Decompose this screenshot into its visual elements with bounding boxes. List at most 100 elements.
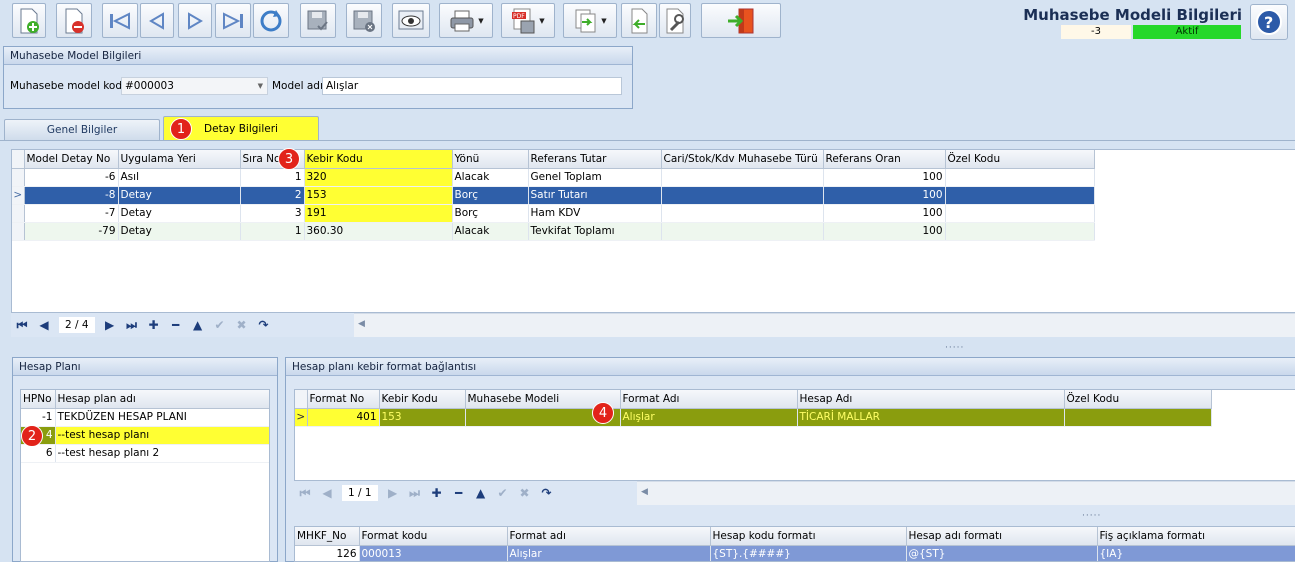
cell-ref[interactable]: Genel Toplam <box>528 168 662 187</box>
delete-icon[interactable]: ━ <box>448 486 470 500</box>
cell-no[interactable]: -79 <box>24 222 119 241</box>
tools-button[interactable] <box>659 3 691 38</box>
previous-icon[interactable]: ◀ <box>33 318 55 332</box>
first-icon[interactable]: ⏮ <box>11 318 33 333</box>
cell-format-no[interactable]: 401 <box>307 408 380 427</box>
cell-no[interactable]: -1 <box>21 408 56 427</box>
col-yonu[interactable]: Yönü <box>452 150 529 169</box>
col-format-no[interactable]: Format No <box>307 390 380 409</box>
cell-yer[interactable]: Asıl <box>118 168 241 187</box>
exit-button[interactable] <box>701 3 781 38</box>
cell-format-adi[interactable]: Alışlar <box>507 545 711 561</box>
table-row[interactable]: -79 Detay 1 360.30 Alacak Tevkifat Topla… <box>12 222 1095 241</box>
cell-yon[interactable]: Alacak <box>452 168 529 187</box>
cell-kebir[interactable]: 153 <box>304 186 453 205</box>
post-icon[interactable]: ✔ <box>209 318 231 332</box>
cell-ozel[interactable] <box>1064 408 1212 427</box>
cell-ref[interactable]: Ham KDV <box>528 204 662 223</box>
cell-kebir[interactable]: 360.30 <box>304 222 453 241</box>
cell-kebir[interactable]: 191 <box>304 204 453 223</box>
cell-format-kodu[interactable]: 000013 <box>359 545 508 561</box>
table-row[interactable]: -7 Detay 3 191 Borç Ham KDV 100 <box>12 204 1095 223</box>
new-record-button[interactable] <box>12 3 46 38</box>
detail-grid[interactable]: Model Detay No Uygulama Yeri Sıra No Keb… <box>11 149 1295 313</box>
append-icon[interactable]: ✚ <box>143 318 165 332</box>
cell-oran[interactable]: 100 <box>823 204 946 223</box>
splitter-grip[interactable]: ····· <box>1082 511 1101 521</box>
cell-tur[interactable] <box>661 204 824 223</box>
format-detail-grid[interactable]: MHKF_No Format kodu Format adı Hesap kod… <box>294 526 1295 562</box>
table-row[interactable]: -6 Asıl 1 320 Alacak Genel Toplam 100 <box>12 168 1095 187</box>
cell-ozel[interactable] <box>945 186 1095 205</box>
first-icon[interactable]: ⏮ <box>294 486 316 501</box>
cancel-icon[interactable]: ✖ <box>231 318 253 332</box>
cell-tur[interactable] <box>661 168 824 187</box>
cell-ref[interactable]: Satır Tutarı <box>528 186 662 205</box>
col-model-detay-no[interactable]: Model Detay No <box>24 150 119 169</box>
cell-hesap-adi-formati[interactable]: @{ST} <box>906 545 1098 561</box>
print-button[interactable]: ▼ <box>439 3 493 38</box>
cell-ref[interactable]: Tevkifat Toplamı <box>528 222 662 241</box>
table-row-selected[interactable]: 4 --test hesap planı <box>21 426 269 445</box>
last-icon[interactable]: ⏭ <box>404 486 426 501</box>
cell-yon[interactable]: Borç <box>452 204 529 223</box>
cell-no[interactable]: 126 <box>295 545 360 561</box>
edit-icon[interactable]: ▲ <box>470 486 492 500</box>
cell-yer[interactable]: Detay <box>118 186 241 205</box>
cell-hesap-adi[interactable]: TİCARİ MALLAR <box>797 408 1065 427</box>
col-format-kodu[interactable]: Format kodu <box>359 527 508 546</box>
format-baglanti-grid[interactable]: Format No Kebir Kodu Muhasebe Modeli For… <box>294 389 1295 481</box>
col-hpno[interactable]: HPNo <box>21 390 56 409</box>
model-code-combo[interactable]: #000003 ▼ <box>121 77 268 95</box>
model-name-input[interactable]: Alışlar <box>322 77 622 95</box>
cell-tur[interactable] <box>661 222 824 241</box>
refresh-icon[interactable]: ↷ <box>536 486 558 500</box>
next-icon[interactable]: ▶ <box>382 486 404 500</box>
col-uygulama-yeri[interactable]: Uygulama Yeri <box>118 150 241 169</box>
last-icon[interactable]: ⏭ <box>121 318 143 333</box>
scroll-left-icon[interactable]: ◀ <box>641 487 648 497</box>
cell-yer[interactable]: Detay <box>118 204 241 223</box>
col-muhasebe-turu[interactable]: Cari/Stok/Kdv Muhasebe Türü <box>661 150 824 169</box>
format-hscrollbar[interactable]: ◀ <box>637 481 1295 505</box>
table-row-selected[interactable]: > 401 153 Alışlar TİCARİ MALLAR <box>295 408 1212 427</box>
cell-name[interactable]: --test hesap planı 2 <box>55 444 269 463</box>
col-mhkf-no[interactable]: MHKF_No <box>295 527 360 546</box>
cancel-icon[interactable]: ✖ <box>514 486 536 500</box>
cell-kebir[interactable]: 153 <box>379 408 466 427</box>
export-button[interactable]: ▼ <box>563 3 617 38</box>
pdf-export-button[interactable]: PDF ▼ <box>501 3 555 38</box>
cell-fis-aciklama-formati[interactable]: {IA} <box>1097 545 1295 561</box>
edit-icon[interactable]: ▲ <box>187 318 209 332</box>
scroll-left-icon[interactable]: ◀ <box>358 319 365 329</box>
cell-oran[interactable]: 100 <box>823 222 946 241</box>
col-referans-oran[interactable]: Referans Oran <box>823 150 946 169</box>
refresh-button[interactable] <box>253 3 289 38</box>
last-record-button[interactable] <box>215 3 251 38</box>
col-hesap-adi[interactable]: Hesap Adı <box>797 390 1065 409</box>
help-button[interactable]: ? <box>1250 4 1288 40</box>
first-record-button[interactable] <box>102 3 138 38</box>
save-button[interactable] <box>300 3 336 38</box>
cell-sira[interactable]: 3 <box>240 204 305 223</box>
cell-yon[interactable]: Alacak <box>452 222 529 241</box>
col-fis-aciklama-formati[interactable]: Fiş açıklama formatı <box>1097 527 1295 546</box>
col-kebir-kodu[interactable]: Kebir Kodu <box>379 390 466 409</box>
detail-hscrollbar[interactable]: ◀ <box>354 313 1295 337</box>
col-referans-tutar[interactable]: Referans Tutar <box>528 150 662 169</box>
cell-ozel[interactable] <box>945 168 1095 187</box>
previous-record-button[interactable] <box>140 3 174 38</box>
splitter-grip[interactable]: ····· <box>945 343 964 353</box>
cancel-save-button[interactable] <box>346 3 382 38</box>
next-record-button[interactable] <box>178 3 212 38</box>
refresh-icon[interactable]: ↷ <box>253 318 275 332</box>
cell-kebir[interactable]: 320 <box>304 168 453 187</box>
table-row[interactable]: 6 --test hesap planı 2 <box>21 444 269 463</box>
cell-no[interactable]: -8 <box>24 186 119 205</box>
cell-name[interactable]: TEKDÜZEN HESAP PLANI <box>55 408 269 427</box>
col-hesap-adi-formati[interactable]: Hesap adı formatı <box>906 527 1098 546</box>
cell-format-adi[interactable]: Alışlar <box>620 408 798 427</box>
post-icon[interactable]: ✔ <box>492 486 514 500</box>
delete-record-button[interactable] <box>56 3 92 38</box>
col-ozel-kodu[interactable]: Özel Kodu <box>945 150 1095 169</box>
